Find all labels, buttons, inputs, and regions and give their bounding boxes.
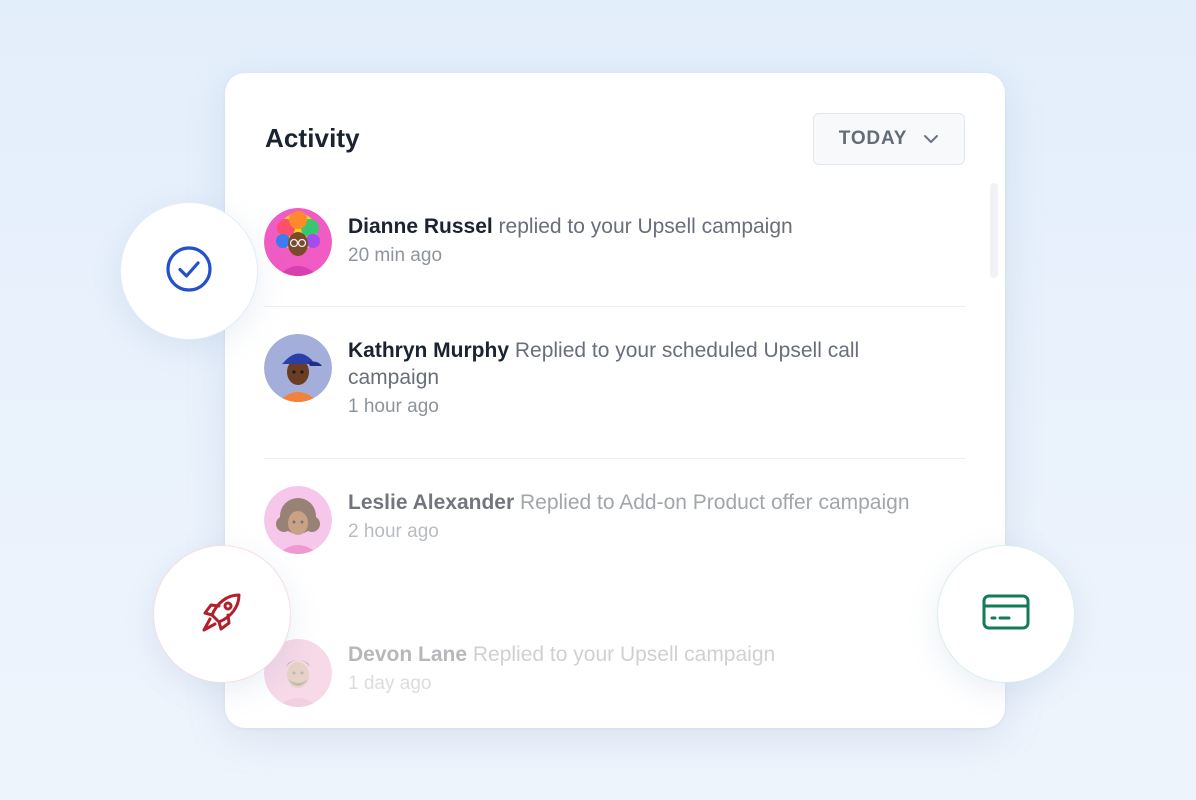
activity-item-text: Devon Lane Replied to your Upsell campai… bbox=[348, 641, 926, 695]
credit-card-icon bbox=[981, 592, 1031, 637]
activity-time: 20 min ago bbox=[348, 245, 443, 266]
date-filter-label: TODAY bbox=[838, 128, 908, 149]
activity-action: Replied to Add-on Product offer campaign bbox=[514, 491, 910, 514]
activity-item-text: Dianne Russel replied to your Upsell cam… bbox=[348, 213, 926, 267]
user-name: Kathryn Murphy bbox=[348, 339, 510, 362]
activity-item[interactable]: Kathryn Murphy Replied to your scheduled… bbox=[264, 307, 966, 459]
activity-item-text: Leslie Alexander Replied to Add-on Produ… bbox=[348, 489, 926, 543]
date-filter-dropdown[interactable]: TODAY bbox=[813, 113, 965, 165]
activity-item-text: Kathryn Murphy Replied to your scheduled… bbox=[348, 337, 926, 418]
user-name: Devon Lane bbox=[348, 643, 468, 666]
rocket-badge bbox=[153, 545, 291, 683]
chevron-down-icon bbox=[923, 134, 939, 144]
activity-card: Activity TODAY Dianne Russel replied to … bbox=[225, 73, 1005, 728]
card-badge bbox=[937, 545, 1075, 683]
scrollbar[interactable] bbox=[990, 183, 998, 278]
activity-action: replied to your Upsell campaign bbox=[492, 215, 793, 238]
activity-action: Replied to your Upsell campaign bbox=[467, 643, 776, 666]
avatar bbox=[264, 486, 332, 554]
activity-item[interactable]: Dianne Russel replied to your Upsell cam… bbox=[264, 183, 966, 307]
check-badge bbox=[120, 202, 258, 340]
activity-time: 2 hour ago bbox=[348, 521, 439, 542]
activity-time: 1 hour ago bbox=[348, 396, 439, 417]
user-name: Dianne Russel bbox=[348, 215, 493, 238]
activity-item[interactable]: Leslie Alexander Replied to Add-on Produ… bbox=[264, 459, 966, 611]
avatar bbox=[264, 208, 332, 276]
check-circle-icon bbox=[165, 245, 213, 298]
activity-list: Dianne Russel replied to your Upsell cam… bbox=[264, 183, 966, 728]
activity-item[interactable]: Devon Lane Replied to your Upsell campai… bbox=[264, 611, 966, 728]
activity-title: Activity bbox=[265, 123, 360, 153]
avatar bbox=[264, 334, 332, 402]
activity-time: 1 day ago bbox=[348, 673, 432, 694]
user-name: Leslie Alexander bbox=[348, 491, 515, 514]
rocket-icon bbox=[197, 587, 247, 642]
